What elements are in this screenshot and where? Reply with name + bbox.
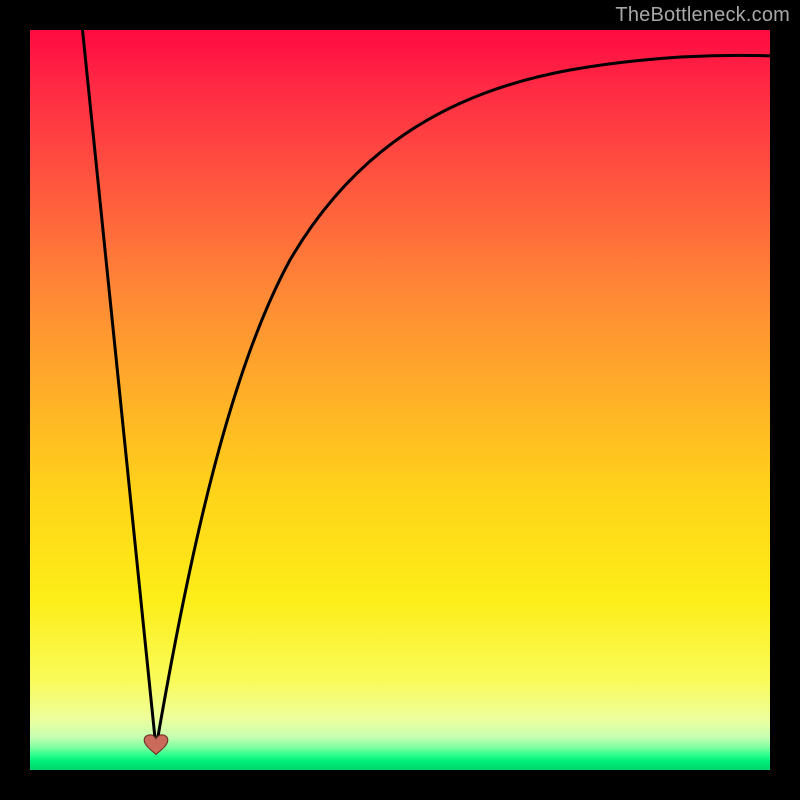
- minimum-marker-heart-icon: [143, 734, 169, 756]
- curve-left-branch: [82, 30, 156, 748]
- chart-frame: TheBottleneck.com: [0, 0, 800, 800]
- curve-right-branch: [156, 55, 770, 748]
- bottleneck-curve: [30, 30, 770, 770]
- watermark-text: TheBottleneck.com: [615, 4, 790, 27]
- plot-area: [30, 30, 770, 770]
